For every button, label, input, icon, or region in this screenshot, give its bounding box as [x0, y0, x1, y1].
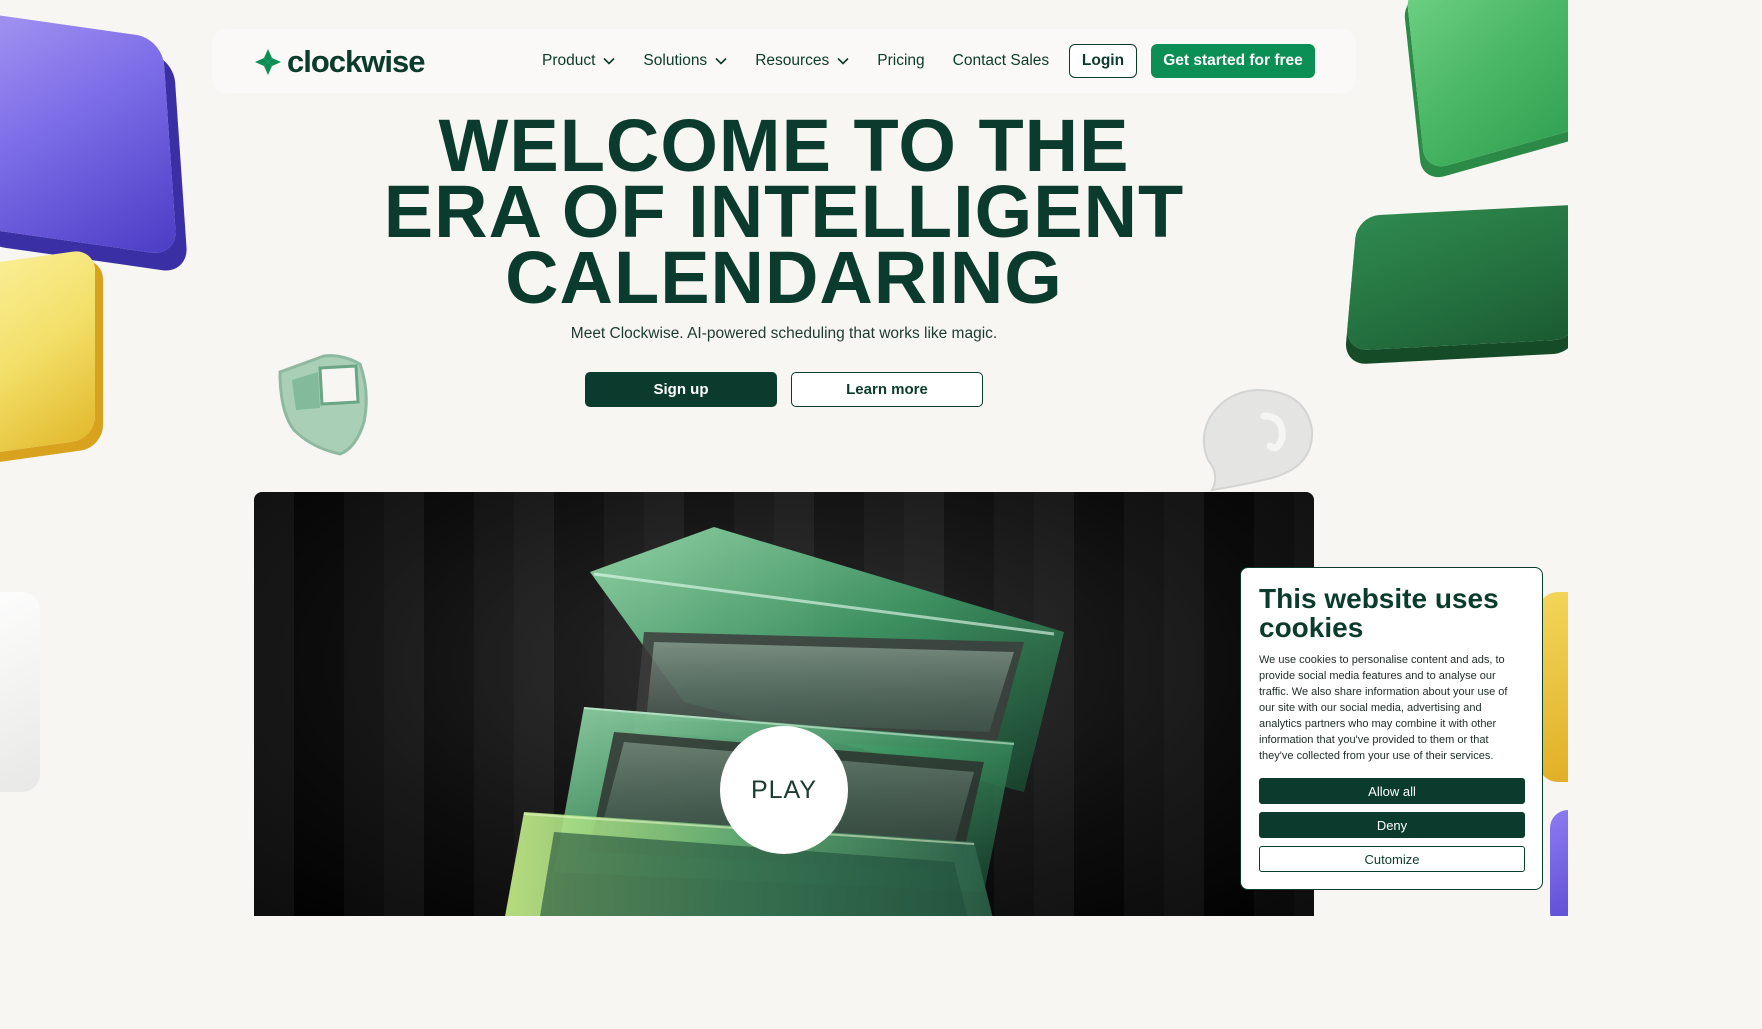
play-button[interactable]: PLAY [720, 726, 848, 854]
nav-item-label: Pricing [877, 52, 925, 69]
nav-item-contact-sales[interactable]: Contact Sales [953, 52, 1050, 70]
hero-title-line: CALENDARING [505, 236, 1063, 319]
nav-item-label: Product [542, 52, 596, 69]
chat-bubble-icon [1202, 388, 1314, 492]
deny-button[interactable]: Deny [1259, 812, 1525, 838]
sign-up-button[interactable]: Sign up [585, 372, 777, 407]
chevron-down-icon [715, 57, 727, 65]
cookie-description: We use cookies to personalise content an… [1259, 654, 1508, 762]
chevron-down-icon [837, 57, 849, 65]
hero-subtitle: Meet Clockwise. AI-powered scheduling th… [570, 325, 998, 342]
clockwise-logo[interactable]: clockwise [254, 44, 425, 80]
top-navbar: clockwise Product Solutions Resources Pr… [212, 29, 1356, 93]
nav-item-label: Solutions [643, 52, 708, 69]
hero-title: WELCOME TO THE ERA OF INTELLIGENT CALEND… [300, 109, 1268, 315]
login-button[interactable]: Login [1069, 44, 1137, 78]
nav-item-label: Contact Sales [952, 52, 1050, 69]
get-started-button[interactable]: Get started for free [1151, 44, 1315, 78]
page: clockwise Product Solutions Resources Pr… [0, 0, 1568, 916]
clockwise-logo-icon [255, 49, 281, 75]
decorative-purple-tile [0, 8, 178, 257]
nav-item-label: Resources [755, 52, 830, 69]
decorative-purple-tile-right [1550, 810, 1568, 916]
decorative-yellow-tile [0, 248, 95, 458]
nav-item-pricing[interactable]: Pricing [877, 52, 924, 70]
nav-item-resources[interactable]: Resources [755, 52, 849, 70]
decorative-white-tile [0, 592, 40, 792]
allow-all-button[interactable]: Allow all [1259, 778, 1525, 804]
hero-video[interactable]: PLAY [254, 492, 1314, 916]
logo-wordmark: clockwise [287, 44, 425, 79]
chevron-down-icon [603, 57, 615, 65]
cookie-consent-dialog: This website uses cookies We use cookies… [1240, 567, 1543, 890]
customize-button[interactable]: Cutomize [1259, 846, 1525, 872]
nav-links: Product Solutions Resources Pricing Cont… [542, 29, 1077, 93]
nav-item-product[interactable]: Product [542, 52, 615, 70]
decorative-dark-green-tile [1345, 204, 1568, 351]
nav-item-solutions[interactable]: Solutions [643, 52, 727, 70]
shield-icon [278, 354, 368, 456]
cookie-title: This website uses cookies [1259, 583, 1499, 643]
decorative-green-tile-top [1405, 0, 1568, 172]
learn-more-button[interactable]: Learn more [791, 372, 983, 407]
